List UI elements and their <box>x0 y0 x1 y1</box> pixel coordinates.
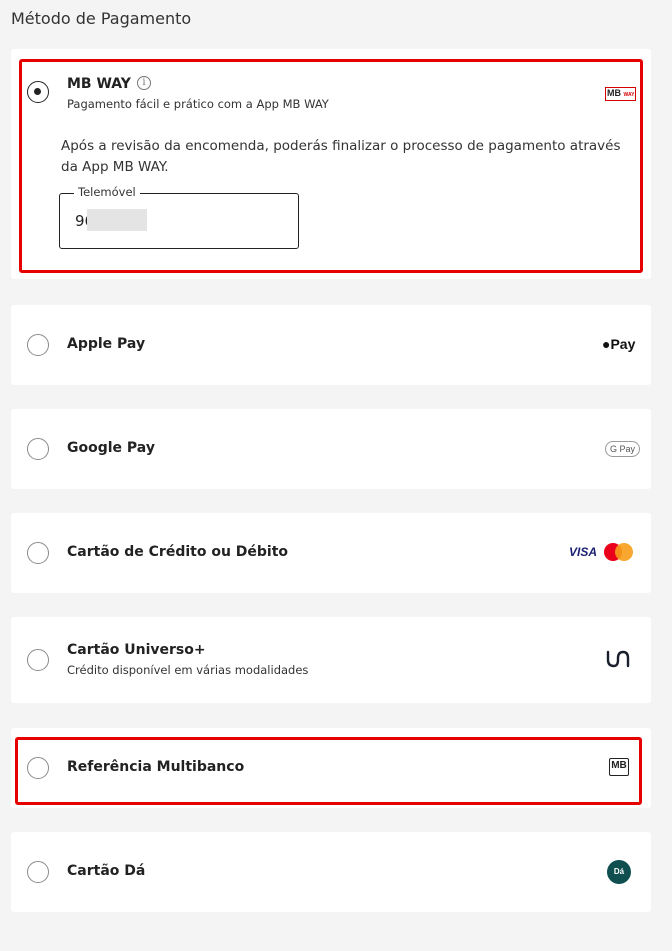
payment-option-multibanco[interactable]: Referência Multibanco MB <box>11 728 651 808</box>
option-label-credit-card: Cartão de Crédito ou Débito <box>67 544 289 560</box>
option-subtitle-mbway: Pagamento fácil e prático com a App MB W… <box>67 97 329 111</box>
visa-logo: VISA <box>569 545 598 559</box>
radio-universo[interactable] <box>27 649 49 671</box>
universo-logo <box>606 650 630 668</box>
payment-option-cartao-da[interactable]: Cartão Dá Dá <box>11 832 651 912</box>
radio-cartao-da[interactable] <box>27 861 49 883</box>
google-pay-logo: G Pay <box>605 441 641 457</box>
apple-pay-logo-text: Pay <box>610 336 636 352</box>
option-label-mbway: MB WAY <box>67 76 131 92</box>
radio-credit-card[interactable] <box>27 542 49 564</box>
mastercard-logo <box>604 543 634 561</box>
info-icon[interactable]: i <box>137 76 151 90</box>
option-label-cartao-da: Cartão Dá <box>67 863 146 879</box>
option-label-universo: Cartão Universo+ <box>67 642 206 658</box>
payment-option-google-pay[interactable]: Google Pay G Pay <box>11 409 651 489</box>
option-label-apple-pay: Apple Pay <box>67 336 146 352</box>
phone-redaction <box>87 209 147 231</box>
payment-option-mbway[interactable]: MB WAY i Pagamento fácil e prático com a… <box>11 49 651 279</box>
radio-google-pay[interactable] <box>27 438 49 460</box>
radio-mbway[interactable] <box>27 81 49 103</box>
cartao-da-logo: Dá <box>607 860 631 884</box>
multibanco-logo: MB <box>609 758 629 776</box>
option-label-google-pay: Google Pay <box>67 440 155 456</box>
mbway-description: Após a revisão da encomenda, poderás fin… <box>61 138 621 175</box>
payment-option-apple-pay[interactable]: Apple Pay ●Pay <box>11 305 651 385</box>
option-label-multibanco: Referência Multibanco <box>67 759 245 775</box>
apple-pay-logo: ●Pay <box>602 336 636 352</box>
mbway-logo: MB WAY <box>605 87 637 101</box>
payment-option-credit-card[interactable]: Cartão de Crédito ou Débito VISA <box>11 513 651 593</box>
phone-field-label: Telemóvel <box>74 185 140 199</box>
radio-apple-pay[interactable] <box>27 334 49 356</box>
option-subtitle-universo: Crédito disponível em várias modalidades <box>67 663 309 677</box>
payment-option-universo[interactable]: Cartão Universo+ Crédito disponível em v… <box>11 617 651 703</box>
phone-field[interactable]: Telemóvel 96 0 <box>59 185 299 249</box>
radio-multibanco[interactable] <box>27 757 49 779</box>
page-title: Método de Pagamento <box>11 9 192 28</box>
